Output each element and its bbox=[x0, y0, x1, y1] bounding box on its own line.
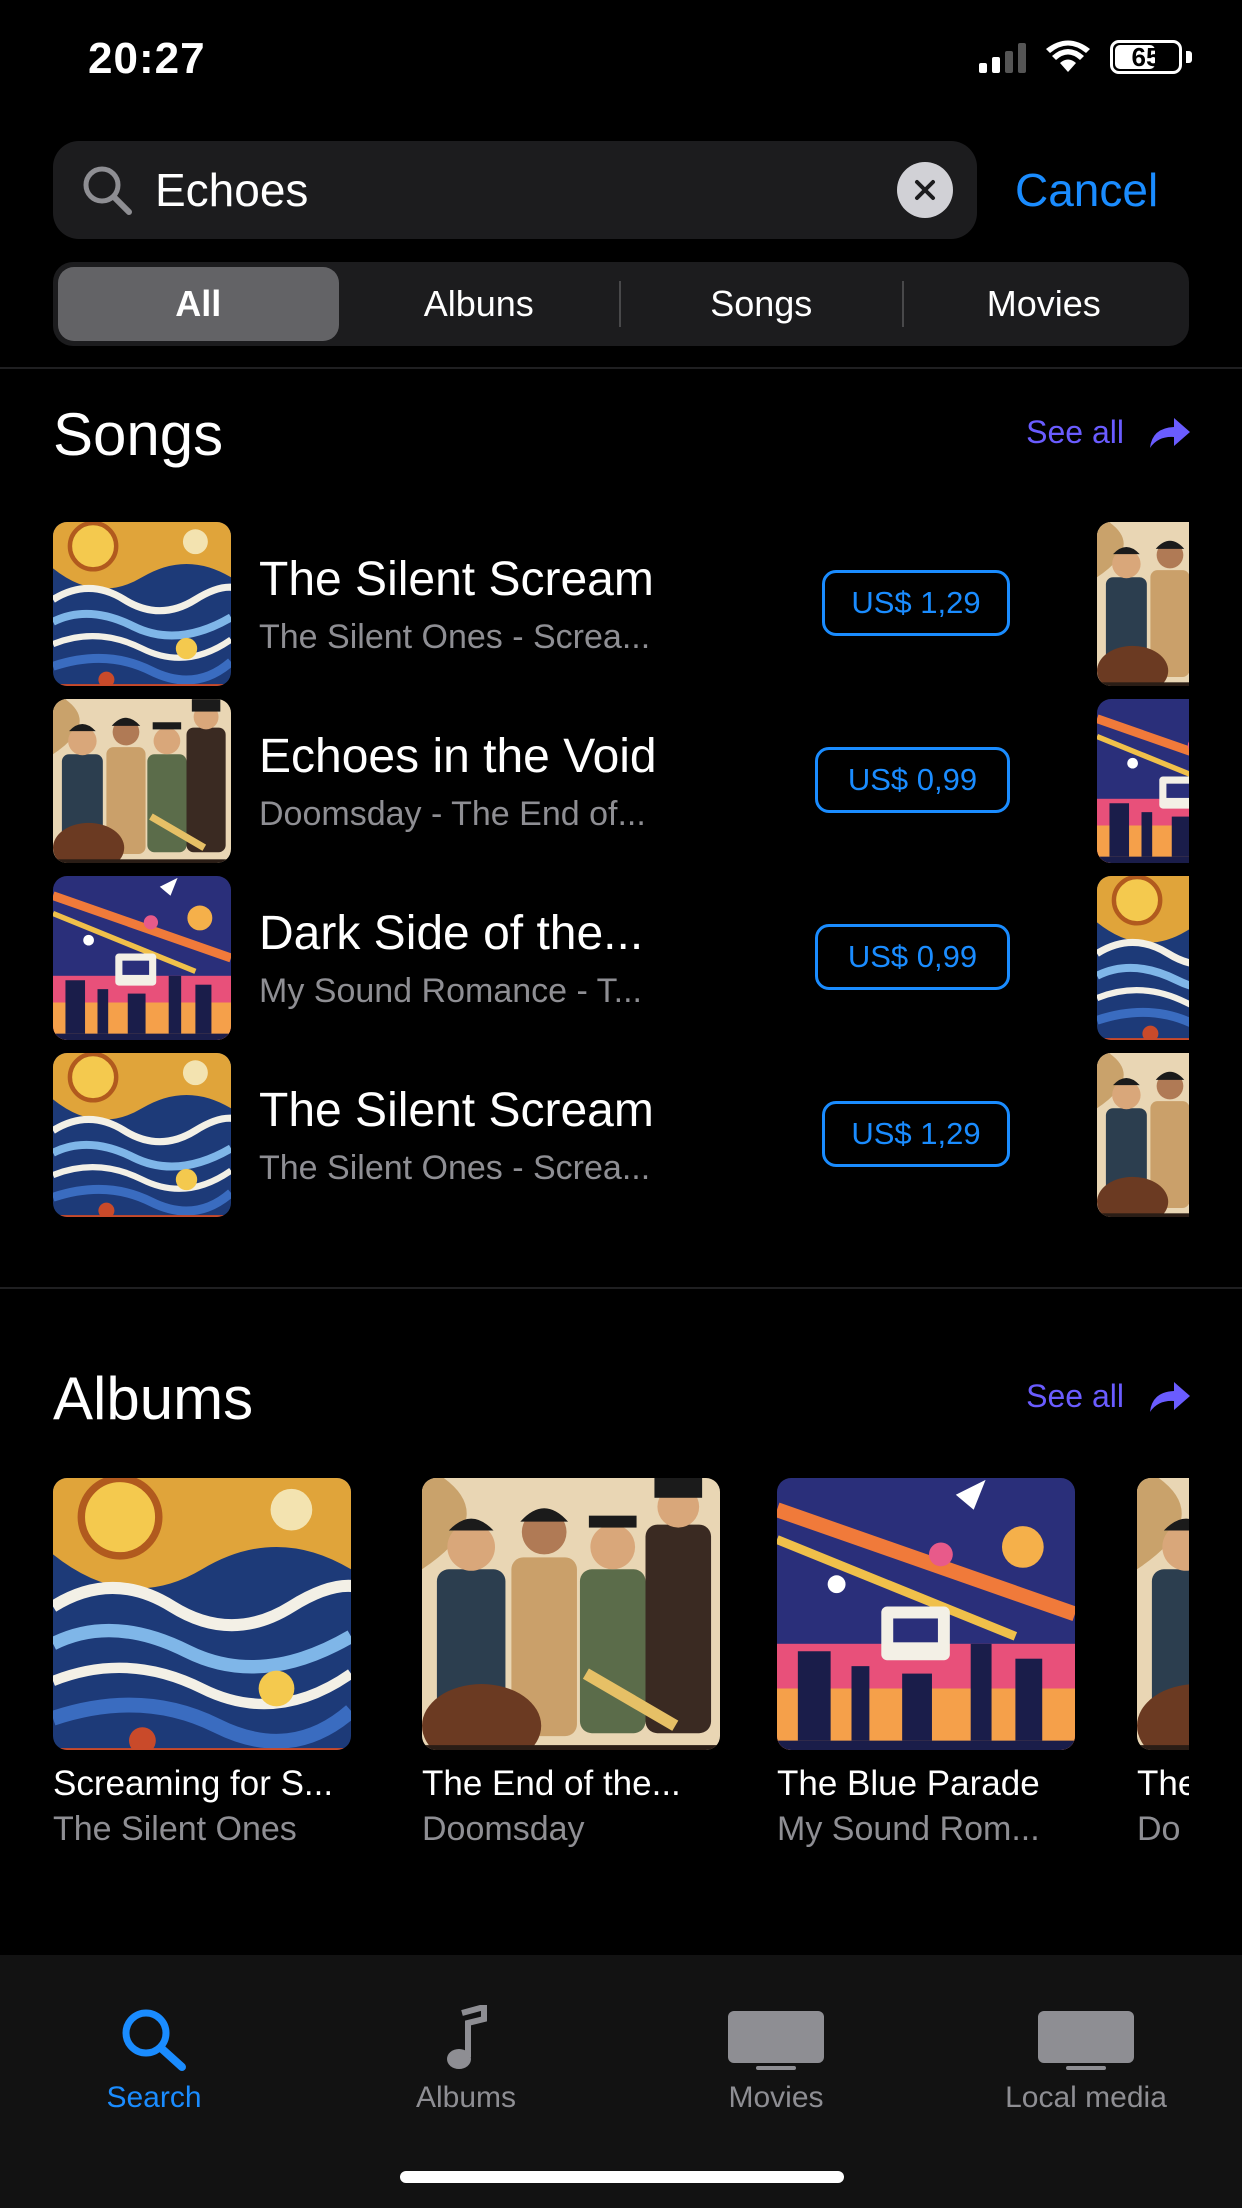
battery-percent: 65 bbox=[1131, 41, 1161, 72]
status-time: 20:27 bbox=[88, 34, 206, 83]
see-all-label: See all bbox=[1026, 1378, 1124, 1414]
album-artwork bbox=[53, 1478, 351, 1750]
tab-local-media[interactable]: Local media bbox=[956, 2005, 1216, 2115]
divider bbox=[0, 1287, 1242, 1289]
divider bbox=[0, 367, 1242, 369]
share-arrow-icon bbox=[1150, 417, 1190, 448]
song-title: The Silent Scream bbox=[259, 553, 654, 606]
songs-see-all-button[interactable]: See all bbox=[1026, 414, 1192, 451]
clear-search-button[interactable] bbox=[897, 162, 953, 218]
battery-tip bbox=[1186, 51, 1192, 63]
song-artwork bbox=[53, 699, 231, 863]
song-title: The Silent Scream bbox=[259, 1084, 654, 1137]
songs-section-title: Songs bbox=[53, 401, 224, 468]
song-subtitle: The Silent Ones - Screa... bbox=[259, 1149, 651, 1187]
album-title: The Blue Parade bbox=[777, 1764, 1040, 1803]
search-row: Echoes Cancel bbox=[53, 141, 1189, 239]
tab-label: Local media bbox=[1005, 2081, 1167, 2114]
share-arrow-icon bbox=[1150, 1381, 1190, 1412]
album-card[interactable]: Screaming for S... The Silent Ones bbox=[53, 1478, 383, 1849]
buy-price-button[interactable]: US$ 1,29 bbox=[822, 1101, 1010, 1167]
search-icon bbox=[122, 2009, 186, 2071]
filter-segmented-control: All Albuns Songs Movies bbox=[53, 262, 1189, 346]
tab-search[interactable]: Search bbox=[24, 2005, 284, 2115]
cancel-button[interactable]: Cancel bbox=[1015, 163, 1158, 217]
status-bar: 20:27 65 bbox=[0, 0, 1242, 120]
search-icon bbox=[83, 166, 132, 215]
next-page-artwork[interactable] bbox=[1097, 699, 1189, 863]
battery-icon: 65 bbox=[1110, 40, 1182, 74]
tab-movies[interactable]: Movies bbox=[646, 2005, 906, 2115]
song-row[interactable]: The Silent Scream The Silent Ones - Scre… bbox=[53, 522, 1189, 686]
buy-price-button[interactable]: US$ 0,99 bbox=[815, 747, 1010, 813]
album-artist: The Silent Ones bbox=[53, 1810, 297, 1848]
segment-all[interactable]: All bbox=[58, 267, 339, 341]
song-title: Dark Side of the... bbox=[259, 907, 644, 960]
album-artist: Doomsday bbox=[422, 1810, 585, 1848]
song-artwork bbox=[53, 876, 231, 1040]
album-title: The End of the... bbox=[422, 1764, 681, 1803]
tv-icon bbox=[1038, 2011, 1134, 2070]
next-page-artwork[interactable] bbox=[1097, 522, 1189, 686]
search-query[interactable]: Echoes bbox=[155, 163, 897, 217]
tab-label: Movies bbox=[728, 2081, 824, 2114]
wifi-icon bbox=[1046, 40, 1090, 72]
song-subtitle: The Silent Ones - Screa... bbox=[259, 618, 651, 656]
next-page-artwork[interactable] bbox=[1097, 876, 1189, 1040]
song-row[interactable]: Dark Side of the... My Sound Romance - T… bbox=[53, 876, 1189, 1040]
buy-price-button[interactable]: US$ 1,29 bbox=[822, 570, 1010, 636]
tv-icon bbox=[728, 2011, 824, 2070]
song-row[interactable]: The Silent Scream The Silent Ones - Scre… bbox=[53, 1053, 1189, 1217]
next-page-artwork[interactable] bbox=[1097, 1053, 1189, 1217]
music-note-icon bbox=[447, 2005, 487, 2069]
tab-label: Albums bbox=[415, 2081, 517, 2114]
song-title: Echoes in the Void bbox=[259, 730, 657, 783]
song-subtitle: My Sound Romance - T... bbox=[259, 972, 642, 1010]
segment-movies[interactable]: Movies bbox=[904, 267, 1185, 341]
album-card[interactable]: The End of the... Doomsday bbox=[422, 1478, 752, 1849]
album-artist: My Sound Rom... bbox=[777, 1810, 1040, 1848]
song-row[interactable]: Echoes in the Void Doomsday - The End of… bbox=[53, 699, 1189, 863]
album-title: The bbox=[1137, 1764, 1189, 1803]
tab-label: Search bbox=[106, 2081, 202, 2114]
home-indicator[interactable] bbox=[400, 2171, 844, 2183]
segment-albuns[interactable]: Albuns bbox=[339, 267, 620, 341]
see-all-label: See all bbox=[1026, 414, 1124, 450]
tab-albums[interactable]: Albums bbox=[336, 2005, 596, 2115]
album-artwork bbox=[1137, 1478, 1189, 1750]
close-icon bbox=[915, 180, 935, 200]
search-input[interactable]: Echoes bbox=[53, 141, 977, 239]
song-artwork bbox=[53, 522, 231, 686]
albums-see-all-button[interactable]: See all bbox=[1026, 1378, 1192, 1415]
status-indicators: 65 bbox=[979, 40, 1192, 74]
albums-section-title: Albums bbox=[53, 1365, 254, 1432]
album-artist: Do bbox=[1137, 1810, 1181, 1848]
cellular-signal-icon bbox=[979, 41, 1026, 73]
song-artwork bbox=[53, 1053, 231, 1217]
segment-songs[interactable]: Songs bbox=[621, 267, 902, 341]
buy-price-button[interactable]: US$ 0,99 bbox=[815, 924, 1010, 990]
album-card[interactable]: The Blue Parade My Sound Rom... bbox=[777, 1478, 1107, 1849]
album-artwork bbox=[777, 1478, 1075, 1750]
album-card[interactable]: The Do bbox=[1137, 1478, 1189, 1849]
album-title: Screaming for S... bbox=[53, 1764, 334, 1803]
song-subtitle: Doomsday - The End of... bbox=[259, 795, 646, 833]
album-artwork bbox=[422, 1478, 720, 1750]
